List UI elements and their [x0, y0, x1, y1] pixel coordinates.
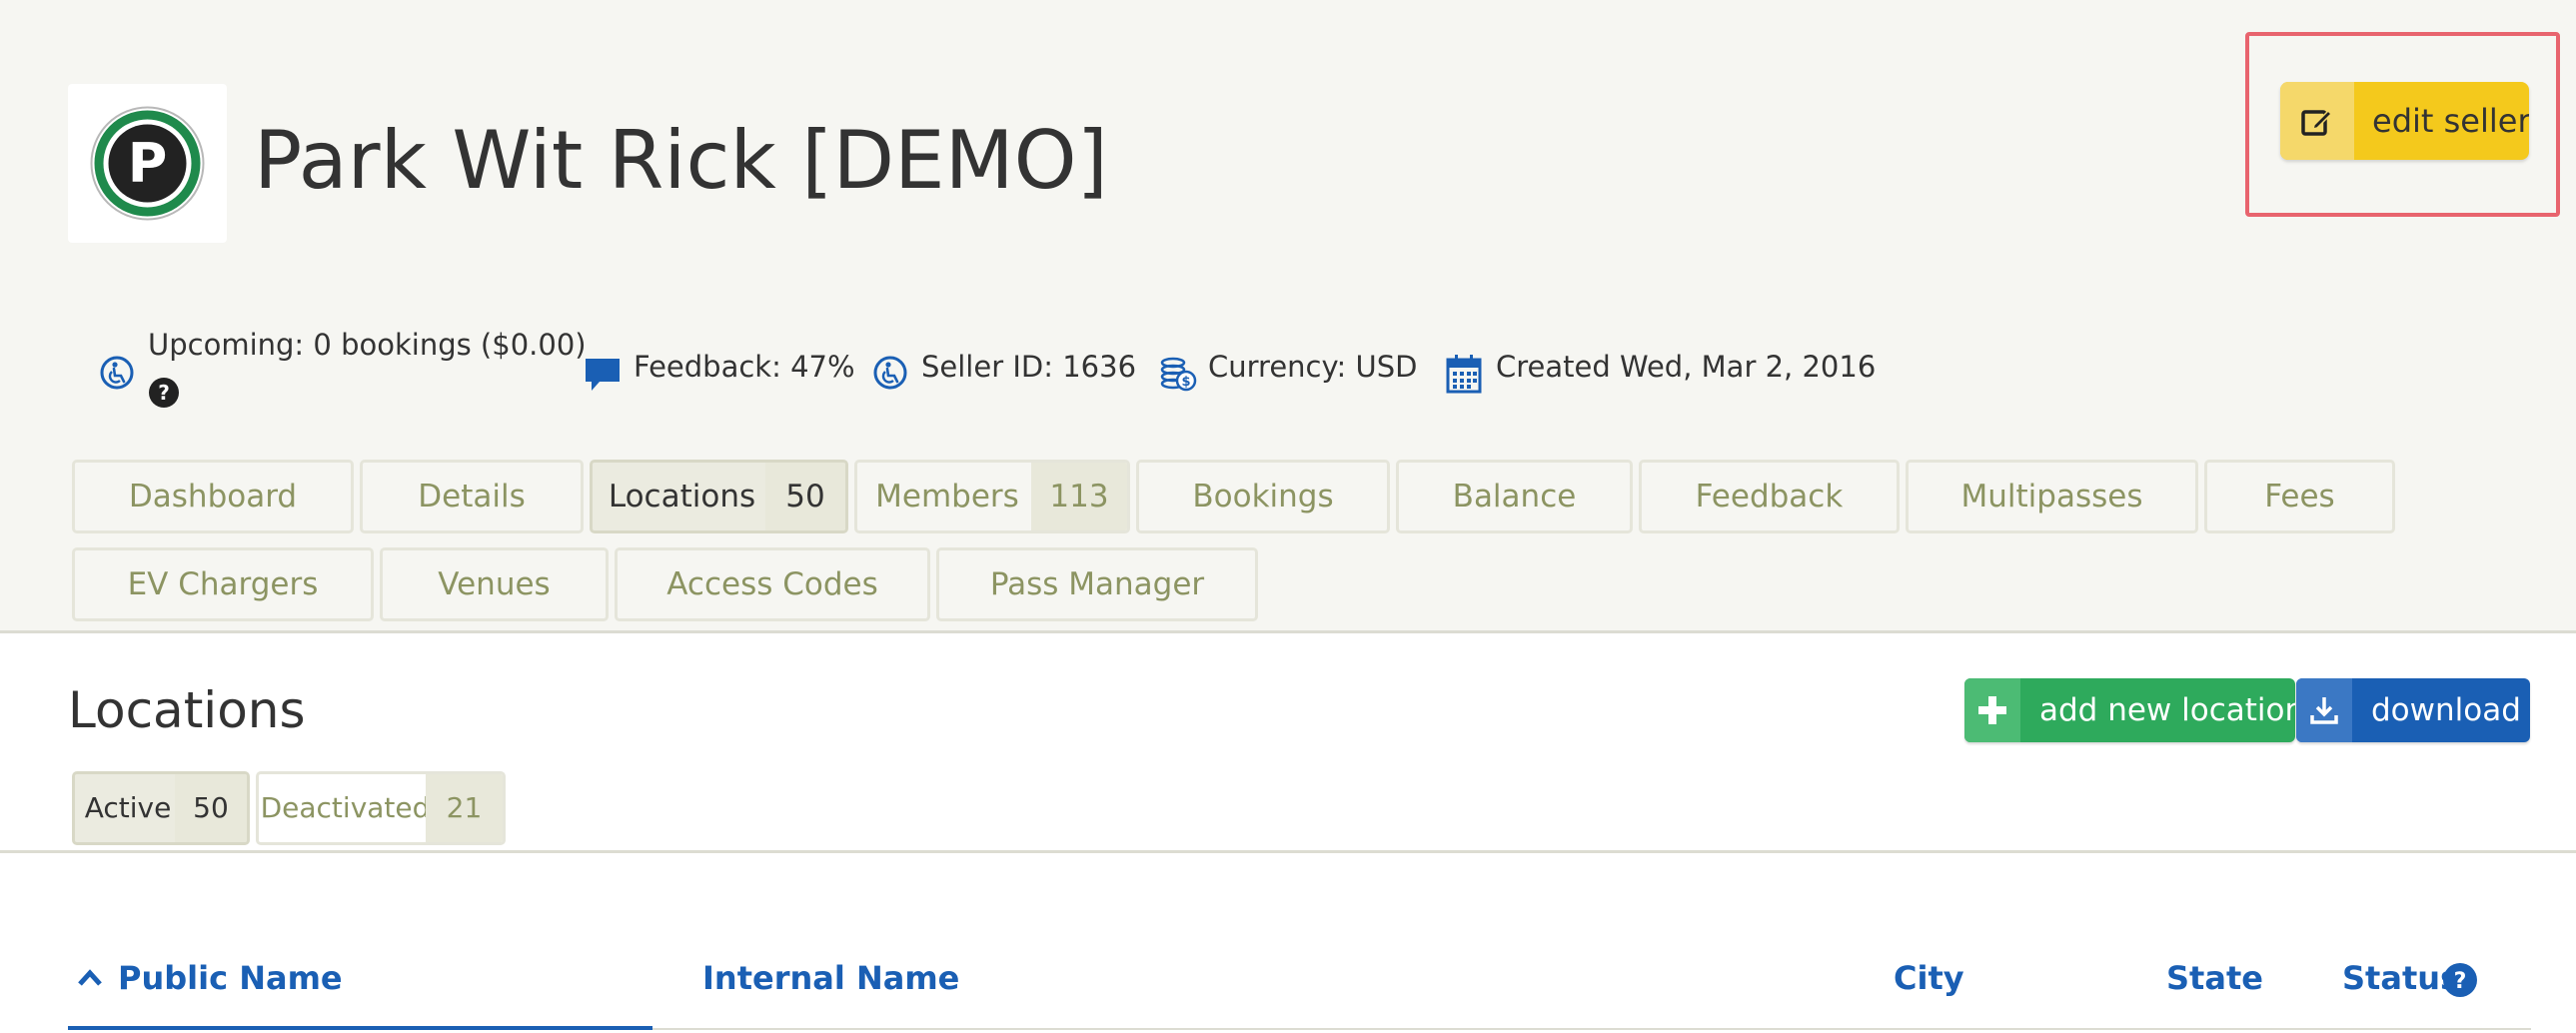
subtab-active[interactable]: Active 50	[72, 771, 250, 845]
subtab-label: Deactivated	[260, 791, 431, 824]
download-icon	[2296, 678, 2352, 742]
tab-ev-chargers[interactable]: EV Chargers	[72, 547, 374, 621]
column-header-state[interactable]: State	[2166, 959, 2263, 997]
download-label: download	[2371, 692, 2521, 728]
sort-ascending-icon[interactable]	[78, 969, 102, 987]
edit-seller-button[interactable]: edit seller	[2280, 82, 2529, 160]
subtab-deactivated[interactable]: Deactivated 21	[256, 771, 506, 845]
currency: Currency: USD	[1208, 350, 1418, 384]
add-new-location-label: add new location	[2039, 692, 2295, 728]
seller-logo: P	[68, 84, 227, 243]
tab-label: Venues	[438, 566, 551, 602]
column-header-public-name[interactable]: Public Name	[118, 959, 343, 997]
tab-label: Pass Manager	[989, 566, 1205, 602]
plus-icon	[1964, 678, 2020, 742]
svg-text:P: P	[128, 132, 168, 195]
sort-indicator-underline	[68, 1026, 652, 1030]
tab-details[interactable]: Details	[360, 460, 584, 533]
svg-text:?: ?	[158, 381, 170, 405]
header-divider	[652, 1028, 2531, 1030]
column-header-internal-name[interactable]: Internal Name	[702, 959, 959, 997]
created-date: Created Wed, Mar 2, 2016	[1496, 350, 1877, 384]
tab-access-codes[interactable]: Access Codes	[615, 547, 930, 621]
tab-locations[interactable]: Locations 50	[590, 460, 848, 533]
tab-label: Balance	[1452, 479, 1577, 515]
tab-label: Access Codes	[666, 566, 878, 602]
tab-count: 50	[765, 463, 845, 530]
tab-venues[interactable]: Venues	[380, 547, 609, 621]
tab-balance[interactable]: Balance	[1396, 460, 1633, 533]
tab-fees[interactable]: Fees	[2204, 460, 2395, 533]
subtab-count: 50	[175, 774, 247, 842]
tab-label: Members	[875, 479, 1019, 515]
tab-bookings[interactable]: Bookings	[1136, 460, 1390, 533]
seller-header	[0, 0, 2576, 633]
tab-label: Bookings	[1192, 479, 1334, 515]
tab-members[interactable]: Members 113	[854, 460, 1130, 533]
help-icon[interactable]: ?	[148, 377, 180, 409]
tab-label: Fees	[2264, 479, 2335, 515]
tab-label: Feedback	[1695, 479, 1844, 515]
tab-label: Locations	[608, 479, 756, 515]
tab-dashboard[interactable]: Dashboard	[72, 460, 354, 533]
section-title: Locations	[68, 681, 306, 739]
page-title: Park Wit Rick [DEMO]	[254, 114, 1108, 207]
tab-label: EV Chargers	[127, 566, 319, 602]
edit-seller-label: edit seller	[2372, 102, 2529, 140]
feedback-percent: Feedback: 47%	[634, 350, 855, 384]
tab-multipasses[interactable]: Multipasses	[1906, 460, 2198, 533]
calendar-icon	[1446, 355, 1482, 394]
accessibility-icon	[873, 356, 907, 390]
download-button[interactable]: download	[2296, 678, 2530, 742]
tab-label: Details	[418, 479, 526, 515]
help-icon[interactable]: ?	[2442, 962, 2478, 998]
tab-label: Dashboard	[128, 479, 298, 515]
tab-feedback[interactable]: Feedback	[1639, 460, 1900, 533]
tab-label: Multipasses	[1960, 479, 2143, 515]
svg-text:$: $	[1181, 375, 1190, 390]
accessibility-icon	[100, 356, 134, 390]
coins-icon: $	[1160, 357, 1197, 392]
comment-icon	[586, 359, 620, 391]
parking-logo-icon: P	[90, 106, 205, 221]
tab-count: 113	[1031, 463, 1127, 530]
svg-text:?: ?	[2454, 969, 2467, 994]
subtab-count: 21	[426, 774, 503, 842]
column-header-city[interactable]: City	[1894, 959, 1964, 997]
upcoming-bookings: Upcoming: 0 bookings ($0.00)	[148, 328, 587, 362]
divider	[0, 850, 2576, 853]
seller-id: Seller ID: 1636	[921, 350, 1137, 384]
edit-icon	[2280, 82, 2354, 160]
subtab-label: Active	[84, 791, 172, 824]
tab-pass-manager[interactable]: Pass Manager	[936, 547, 1258, 621]
add-new-location-button[interactable]: add new location	[1964, 678, 2295, 742]
